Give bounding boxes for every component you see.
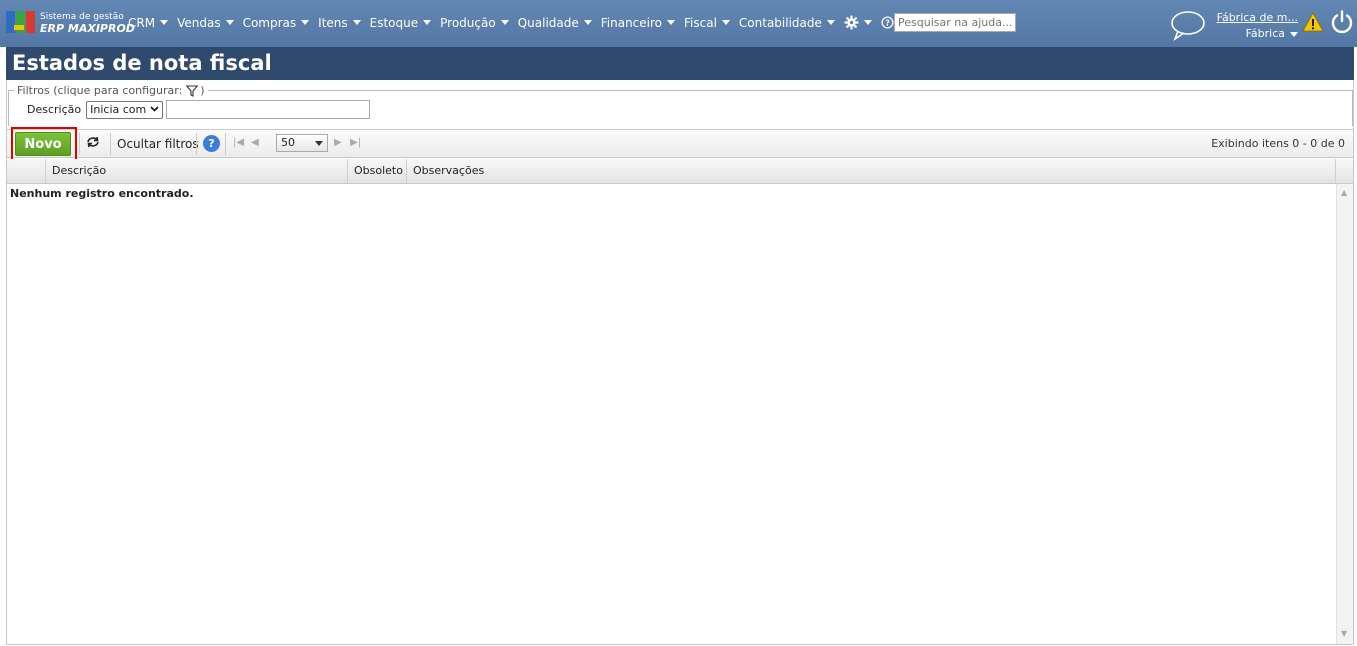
menu-label: Financeiro	[600, 15, 663, 30]
brand-text: Sistema de gestão ERP MAXIPROD	[40, 11, 135, 35]
warning-icon[interactable]	[1302, 12, 1324, 35]
help-search-input[interactable]	[894, 13, 1016, 32]
filters-legend-label: Filtros (clique para configurar:	[17, 84, 183, 97]
chat-bubble-icon[interactable]	[1170, 9, 1206, 44]
first-page-icon[interactable]: |◀	[233, 137, 244, 148]
toolbar-divider	[110, 133, 111, 155]
page-title: Estados de nota fiscal	[6, 47, 1354, 80]
toolbar-divider	[225, 133, 226, 155]
caret-down-icon	[315, 141, 323, 146]
scroll-down-arrow-icon[interactable]: ▼	[1341, 629, 1347, 638]
caret-down-icon	[352, 20, 361, 25]
svg-text:?: ?	[885, 18, 890, 28]
filter-row: Descrição Inicia com	[27, 100, 371, 119]
menu-label: Compras	[242, 15, 297, 30]
new-button[interactable]: Novo	[15, 132, 71, 156]
toolbar-divider	[196, 133, 197, 155]
menu-settings[interactable]	[844, 15, 872, 30]
prev-page-icon[interactable]: ◀	[251, 137, 259, 148]
grid-header: Descrição Obsoleto Observações	[7, 159, 1353, 184]
page-size-select[interactable]: 50	[276, 134, 328, 152]
power-icon[interactable]	[1331, 10, 1353, 37]
filter-operator-value: Inicia com	[90, 103, 147, 116]
menu-vendas[interactable]: Vendas	[177, 16, 234, 30]
last-page-icon[interactable]: ▶|	[350, 137, 361, 148]
top-nav-bar: Sistema de gestão ERP MAXIPROD CRM Venda…	[0, 0, 1357, 47]
filter-field-label: Descrição	[27, 103, 82, 116]
menu-compras[interactable]: Compras	[243, 16, 310, 30]
menu-itens[interactable]: Itens	[318, 15, 361, 30]
caret-down-icon	[160, 20, 169, 25]
caret-down-icon	[863, 20, 872, 25]
company-unit-label: Fábrica	[1245, 27, 1285, 40]
menu-estoque[interactable]: Estoque	[370, 16, 432, 30]
column-header-descricao[interactable]: Descrição	[46, 159, 348, 183]
menu-label: Produção	[440, 15, 496, 30]
menu-producao[interactable]: Produção	[440, 16, 509, 30]
menu-contabilidade[interactable]: Contabilidade	[739, 16, 835, 30]
caret-down-icon	[583, 20, 592, 25]
caret-down-icon	[667, 20, 676, 25]
grid-vertical-scrollbar[interactable]: ▲ ▼	[1336, 184, 1353, 644]
question-circle-icon: ?	[881, 16, 894, 29]
toolbar-divider	[79, 133, 80, 155]
menu-financeiro[interactable]: Financeiro	[600, 15, 676, 30]
caret-down-icon	[721, 20, 730, 25]
filters-legend[interactable]: Filtros (clique para configurar: )	[14, 84, 208, 97]
caret-down-icon	[1290, 32, 1298, 37]
hide-filters-button[interactable]: Ocultar filtros	[117, 137, 199, 151]
menu-crm[interactable]: CRM	[128, 15, 169, 30]
maxiprod-logo[interactable]	[6, 10, 36, 34]
refresh-icon[interactable]	[86, 136, 100, 152]
brand-line2: ERP MAXIPROD	[40, 22, 135, 35]
caret-down-icon	[225, 20, 234, 25]
company-selector[interactable]: Fábrica de m... Fábrica	[1210, 10, 1298, 42]
items-count-status: Exibindo itens 0 - 0 de 0	[1211, 137, 1345, 150]
caret-down-icon	[301, 20, 310, 25]
empty-grid-message: Nenhum registro encontrado.	[10, 187, 194, 200]
menu-label: Qualidade	[517, 15, 579, 30]
caret-down-icon	[500, 20, 509, 25]
menu-label: Contabilidade	[738, 15, 822, 30]
menu-label: Itens	[318, 15, 348, 30]
gear-icon	[844, 15, 859, 30]
grid-header-selector[interactable]	[7, 159, 46, 183]
company-unit[interactable]: Fábrica	[1210, 26, 1298, 42]
column-header-obsoleto[interactable]: Obsoleto	[348, 159, 407, 183]
scroll-up-arrow-icon[interactable]: ▲	[1341, 188, 1347, 197]
filters-legend-close: )	[200, 84, 205, 97]
column-header-observacoes[interactable]: Observações	[407, 159, 1336, 183]
menu-qualidade[interactable]: Qualidade	[518, 16, 592, 30]
page-size-value: 50	[281, 136, 295, 149]
chevron-down-icon	[150, 105, 159, 115]
help-icon[interactable]: ?	[203, 135, 220, 152]
menu-fiscal[interactable]: Fiscal	[684, 16, 730, 30]
menu-label: CRM	[128, 15, 156, 30]
company-name-link[interactable]: Fábrica de m...	[1210, 10, 1298, 26]
menu-label: Estoque	[369, 15, 419, 30]
menu-label: Vendas	[177, 15, 221, 30]
filter-funnel-icon[interactable]	[186, 84, 199, 97]
filter-operator-select[interactable]: Inicia com	[86, 100, 164, 119]
caret-down-icon	[423, 20, 432, 25]
caret-down-icon	[826, 20, 835, 25]
filter-value-input[interactable]	[166, 100, 371, 119]
main-menu: CRM Vendas Compras Itens Estoque Produçã…	[128, 15, 916, 30]
menu-label: Fiscal	[684, 15, 717, 30]
next-page-icon[interactable]: ▶	[334, 137, 342, 148]
